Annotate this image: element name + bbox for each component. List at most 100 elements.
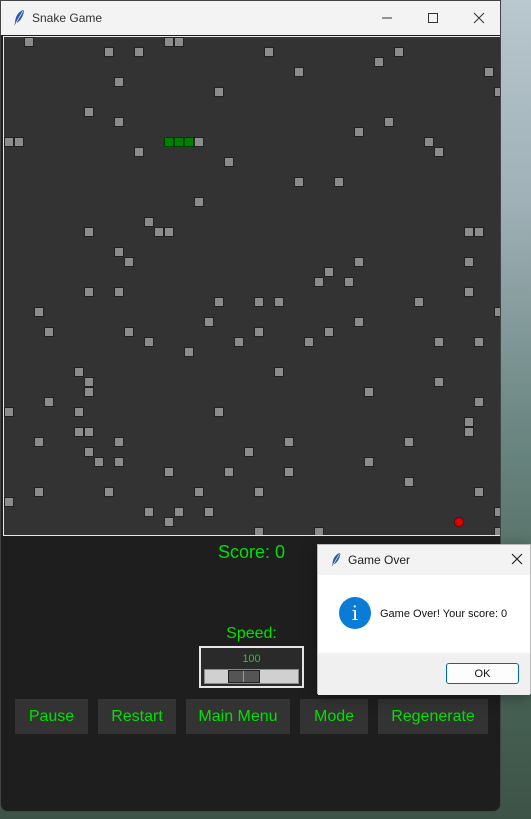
obstacle-block bbox=[254, 327, 264, 337]
obstacle-block bbox=[4, 137, 14, 147]
obstacle-block bbox=[254, 527, 264, 535]
snake-segment bbox=[164, 137, 174, 147]
obstacle-block bbox=[394, 47, 404, 57]
obstacle-block bbox=[184, 347, 194, 357]
obstacle-block bbox=[464, 227, 474, 237]
game-over-dialog: Game Over i Game Over! Your score: 0 OK bbox=[317, 544, 531, 695]
dialog-close-icon[interactable] bbox=[510, 552, 524, 566]
dialog-title: Game Over bbox=[348, 553, 411, 567]
obstacle-block bbox=[84, 447, 94, 457]
dialog-title-bar[interactable]: Game Over bbox=[318, 545, 530, 575]
restart-button[interactable]: Restart bbox=[98, 699, 176, 734]
obstacle-block bbox=[284, 437, 294, 447]
speed-slider-thumb[interactable] bbox=[228, 670, 260, 683]
obstacle-block bbox=[84, 107, 94, 117]
obstacle-block bbox=[154, 227, 164, 237]
obstacle-block bbox=[294, 177, 304, 187]
obstacle-block bbox=[434, 377, 444, 387]
obstacle-block bbox=[274, 367, 284, 377]
obstacle-block bbox=[144, 507, 154, 517]
game-board[interactable] bbox=[3, 36, 500, 536]
obstacle-block bbox=[134, 147, 144, 157]
obstacle-block bbox=[414, 297, 424, 307]
obstacle-block bbox=[314, 277, 324, 287]
obstacle-block bbox=[94, 457, 104, 467]
maximize-button[interactable] bbox=[410, 1, 456, 35]
regenerate-button[interactable]: Regenerate bbox=[378, 699, 488, 734]
obstacle-block bbox=[494, 507, 500, 517]
obstacle-block bbox=[324, 267, 334, 277]
obstacle-block bbox=[24, 37, 34, 47]
obstacle-block bbox=[144, 337, 154, 347]
obstacle-block bbox=[234, 337, 244, 347]
speed-label: Speed: bbox=[226, 625, 277, 642]
obstacle-block bbox=[164, 467, 174, 477]
obstacle-block bbox=[324, 327, 334, 337]
obstacle-block bbox=[114, 247, 124, 257]
dialog-body: i Game Over! Your score: 0 bbox=[318, 575, 530, 653]
obstacle-block bbox=[4, 407, 14, 417]
close-button[interactable] bbox=[456, 1, 500, 35]
main-menu-button[interactable]: Main Menu bbox=[186, 699, 290, 734]
obstacle-block bbox=[354, 317, 364, 327]
obstacle-block bbox=[194, 487, 204, 497]
obstacle-block bbox=[224, 157, 234, 167]
obstacle-block bbox=[14, 137, 24, 147]
obstacle-block bbox=[124, 327, 134, 337]
close-icon bbox=[473, 12, 485, 24]
obstacle-block bbox=[464, 417, 474, 427]
obstacle-block bbox=[464, 427, 474, 437]
obstacle-block bbox=[364, 457, 374, 467]
obstacle-block bbox=[294, 67, 304, 77]
snake-segment bbox=[174, 137, 184, 147]
obstacle-block bbox=[474, 487, 484, 497]
obstacle-block bbox=[474, 397, 484, 407]
food-dot bbox=[454, 517, 464, 527]
obstacle-block bbox=[114, 457, 124, 467]
obstacle-block bbox=[84, 427, 94, 437]
obstacle-block bbox=[274, 297, 284, 307]
obstacle-block bbox=[334, 177, 344, 187]
obstacle-block bbox=[194, 137, 204, 147]
dialog-footer: OK bbox=[318, 653, 530, 695]
title-bar[interactable]: Snake Game bbox=[1, 1, 500, 35]
feather-icon bbox=[331, 553, 341, 567]
obstacle-block bbox=[404, 437, 414, 447]
obstacle-block bbox=[464, 287, 474, 297]
speed-slider[interactable]: 100 bbox=[199, 646, 304, 688]
obstacle-block bbox=[214, 407, 224, 417]
obstacle-block bbox=[114, 287, 124, 297]
pause-button[interactable]: Pause bbox=[15, 699, 88, 734]
ok-button[interactable]: OK bbox=[446, 663, 519, 684]
obstacle-block bbox=[494, 307, 500, 317]
obstacle-block bbox=[164, 517, 174, 527]
minimize-icon bbox=[382, 17, 392, 19]
obstacle-block bbox=[114, 77, 124, 87]
obstacle-block bbox=[74, 367, 84, 377]
obstacle-block bbox=[384, 117, 394, 127]
mode-button[interactable]: Mode bbox=[300, 699, 368, 734]
dialog-message: Game Over! Your score: 0 bbox=[380, 608, 508, 620]
obstacle-block bbox=[44, 327, 54, 337]
feather-icon bbox=[14, 10, 24, 26]
obstacle-block bbox=[374, 57, 384, 67]
obstacle-block bbox=[104, 47, 114, 57]
minimize-button[interactable] bbox=[364, 1, 410, 35]
obstacle-block bbox=[474, 337, 484, 347]
speed-slider-trough[interactable] bbox=[204, 669, 299, 684]
obstacle-block bbox=[484, 67, 494, 77]
obstacle-block bbox=[34, 487, 44, 497]
obstacle-block bbox=[244, 447, 254, 457]
obstacle-block bbox=[424, 137, 434, 147]
obstacle-block bbox=[404, 477, 414, 487]
obstacle-block bbox=[174, 507, 184, 517]
obstacle-block bbox=[264, 47, 274, 57]
obstacle-block bbox=[164, 227, 174, 237]
obstacle-block bbox=[214, 87, 224, 97]
obstacle-block bbox=[284, 467, 294, 477]
obstacle-block bbox=[194, 197, 204, 207]
obstacle-block bbox=[204, 317, 214, 327]
obstacle-block bbox=[494, 87, 500, 97]
obstacle-block bbox=[114, 437, 124, 447]
obstacle-block bbox=[494, 527, 500, 535]
